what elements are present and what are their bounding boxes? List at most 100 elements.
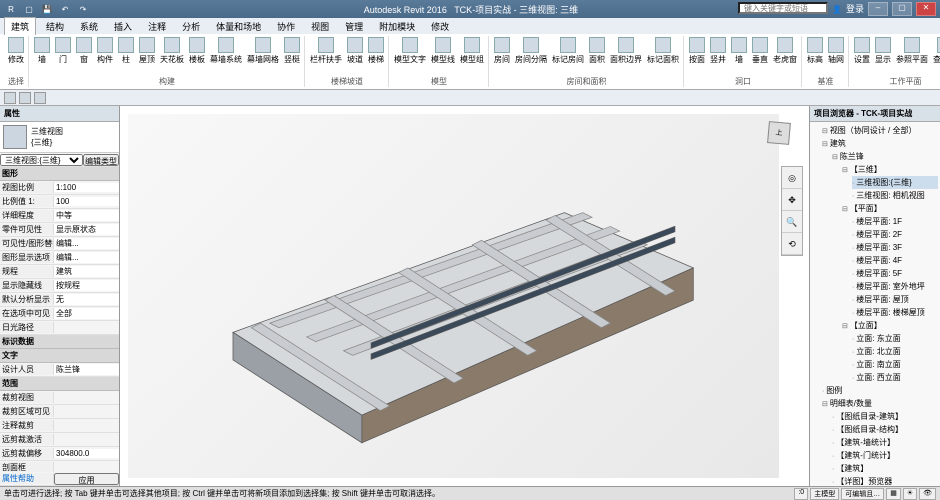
tree-node[interactable]: 【立面】 — [842, 319, 938, 332]
ribbon-tool[interactable]: 垂直 — [750, 36, 770, 75]
ribbon-tool[interactable]: 窗 — [74, 36, 94, 75]
tree-node[interactable]: 建筑 — [822, 137, 938, 150]
ribbon-tool[interactable]: 坡道 — [345, 36, 365, 75]
tree-node[interactable]: 【建筑-门统计】 — [832, 449, 938, 462]
qat-undo-icon[interactable]: ↶ — [58, 2, 72, 16]
apply-button[interactable]: 应用 — [54, 473, 119, 485]
view-control-icon[interactable]: ☀ — [903, 488, 917, 500]
tree-node[interactable]: 明细表/数量 — [822, 397, 938, 410]
property-value[interactable]: 全部 — [54, 308, 119, 319]
nav-zoom-icon[interactable]: 🔍 — [782, 211, 802, 233]
menu-tab-11[interactable]: 修改 — [425, 18, 455, 35]
ribbon-tool[interactable]: 模型文字 — [392, 36, 428, 75]
tree-node[interactable]: 楼层平面: 屋顶 — [852, 293, 938, 306]
menu-tab-9[interactable]: 管理 — [339, 18, 369, 35]
tree-node[interactable]: 立面: 北立面 — [852, 345, 938, 358]
tree-node[interactable]: 【图纸目录-结构】 — [832, 423, 938, 436]
property-value[interactable]: 1:100 — [54, 183, 119, 192]
ribbon-tool[interactable]: 模型线 — [429, 36, 457, 75]
tree-node[interactable]: 【详图】预览器 — [832, 475, 938, 486]
menu-tab-7[interactable]: 协作 — [271, 18, 301, 35]
menu-tab-6[interactable]: 体量和场地 — [210, 18, 267, 35]
menu-tab-5[interactable]: 分析 — [176, 18, 206, 35]
tree-node[interactable]: 立面: 东立面 — [852, 332, 938, 345]
tree-node[interactable]: 楼层平面: 楼梯屋顶 — [852, 306, 938, 319]
property-value[interactable]: 建筑 — [54, 266, 119, 277]
ribbon-tool[interactable]: 门 — [53, 36, 73, 75]
property-section-header[interactable]: 范围 — [0, 377, 119, 391]
user-label[interactable]: 登录 — [846, 2, 864, 16]
ribbon-tool[interactable]: 天花板 — [158, 36, 186, 75]
workset-dropdown[interactable]: 主模型 — [810, 488, 839, 500]
close-button[interactable]: ✕ — [916, 2, 936, 16]
qat-save-icon[interactable]: 💾 — [40, 2, 54, 16]
ribbon-tool[interactable]: 楼板 — [187, 36, 207, 75]
tree-node[interactable]: 【建筑】 — [832, 462, 938, 475]
tree-node[interactable]: 楼层平面: 3F — [852, 241, 938, 254]
view-control-icon[interactable]: 👁 — [919, 488, 936, 500]
ribbon-tool[interactable]: 查看器 — [931, 36, 940, 75]
tree-node[interactable]: 三维视图:{三维} — [852, 176, 938, 189]
property-value[interactable]: 100 — [54, 197, 119, 206]
ribbon-tool[interactable]: 墙 — [32, 36, 52, 75]
tree-node[interactable]: 【平面】 — [842, 202, 938, 215]
property-value[interactable]: 按规程 — [54, 280, 119, 291]
maximize-button[interactable]: ▢ — [892, 2, 912, 16]
menu-tab-4[interactable]: 注释 — [142, 18, 172, 35]
ribbon-tool[interactable]: 屋顶 — [137, 36, 157, 75]
qat-redo-icon[interactable]: ↷ — [76, 2, 90, 16]
menu-tab-3[interactable]: 插入 — [108, 18, 138, 35]
property-value[interactable]: 无 — [54, 294, 119, 305]
tree-node[interactable]: 立面: 西立面 — [852, 371, 938, 384]
ribbon-tool[interactable]: 模型组 — [458, 36, 486, 75]
ribbon-tool[interactable]: 显示 — [873, 36, 893, 75]
tree-node[interactable]: 【三维】 — [842, 163, 938, 176]
ribbon-tool[interactable]: 标记面积 — [645, 36, 681, 75]
ribbon-tool[interactable]: 面积 — [587, 36, 607, 75]
menu-tab-8[interactable]: 视图 — [305, 18, 335, 35]
tree-node[interactable]: 楼层平面: 1F — [852, 215, 938, 228]
tree-node[interactable]: 【图纸目录-建筑】 — [832, 410, 938, 423]
ribbon-tool[interactable]: 柱 — [116, 36, 136, 75]
view-control-icon[interactable]: ▦ — [886, 488, 901, 500]
menu-tab-2[interactable]: 系统 — [74, 18, 104, 35]
ribbon-tool[interactable]: 参照平面 — [894, 36, 930, 75]
property-value[interactable]: 陈兰锋 — [54, 364, 119, 375]
edit-type-button[interactable]: 编辑类型 — [83, 154, 119, 166]
ribbon-tool[interactable]: 标记房间 — [550, 36, 586, 75]
ribbon-tool[interactable]: 幕墙系统 — [208, 36, 244, 75]
property-value[interactable]: 编辑... — [54, 238, 119, 249]
view-canvas[interactable]: 上 ◎ ✥ 🔍 ⟲ — [120, 106, 810, 486]
opt-icon[interactable] — [4, 92, 16, 104]
nav-orbit-icon[interactable]: ⟲ — [782, 233, 802, 255]
ribbon-tool[interactable]: 竖井 — [708, 36, 728, 75]
ribbon-tool[interactable]: 墙 — [729, 36, 749, 75]
ribbon-tool[interactable]: 栏杆扶手 — [308, 36, 344, 75]
tree-root[interactable]: 视图（协同设计 / 全部） — [822, 124, 938, 137]
ribbon-tool[interactable]: 面积边界 — [608, 36, 644, 75]
ribbon-tool[interactable]: 楼梯 — [366, 36, 386, 75]
tree-node[interactable]: 楼层平面: 4F — [852, 254, 938, 267]
ribbon-tool[interactable]: 房间 — [492, 36, 512, 75]
ribbon-tool[interactable]: 按面 — [687, 36, 707, 75]
help-search-input[interactable] — [738, 2, 828, 14]
property-section-header[interactable]: 文字 — [0, 349, 119, 363]
ribbon-tool[interactable]: 构件 — [95, 36, 115, 75]
opt-icon[interactable] — [34, 92, 46, 104]
view-cube[interactable]: 上 — [759, 116, 799, 156]
qat-open-icon[interactable]: ▢ — [22, 2, 36, 16]
selection-count[interactable]: :0 — [794, 488, 808, 500]
ribbon-tool[interactable]: 轴网 — [826, 36, 846, 75]
tree-node[interactable]: 图例 — [822, 384, 938, 397]
project-browser-tree[interactable]: 视图（协同设计 / 全部） 建筑陈兰锋【三维】三维视图:{三维}三维视图: 相机… — [810, 122, 940, 486]
property-section-header[interactable]: 图形 — [0, 167, 119, 181]
type-selector[interactable]: 三维视图:{三维} — [0, 154, 83, 166]
tree-node[interactable]: 楼层平面: 2F — [852, 228, 938, 241]
ribbon-tool[interactable]: 房间分隔 — [513, 36, 549, 75]
ribbon-tool[interactable]: 老虎窗 — [771, 36, 799, 75]
tree-node[interactable]: 【建筑-墙统计】 — [832, 436, 938, 449]
editable-filter[interactable]: 可编辑且… — [841, 488, 884, 500]
tree-node[interactable]: 三维视图: 相机视图 — [852, 189, 938, 202]
app-menu-icon[interactable]: R — [4, 2, 18, 16]
menu-tab-1[interactable]: 结构 — [40, 18, 70, 35]
